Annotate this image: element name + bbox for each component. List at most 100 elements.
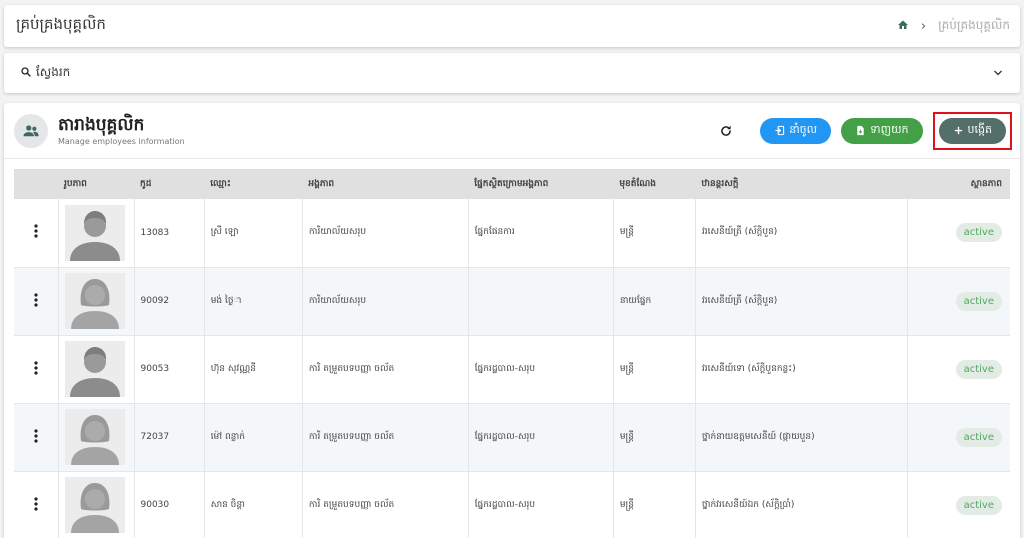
more-vertical-icon (34, 360, 38, 378)
panel-subtitle: Manage employees information (58, 137, 185, 146)
search-icon (20, 66, 32, 81)
export-label: ទាញយក (870, 122, 909, 136)
photo-cell (58, 335, 135, 403)
table-header-row: រូបភាព កូដ ឈ្មោះ អង្គភាព ផ្នែកស្ថិតក្រោម… (14, 169, 1010, 199)
breadcrumb-current: គ្រប់គ្រងបុគ្គលិក (938, 18, 1010, 32)
users-icon (14, 113, 48, 148)
table-row[interactable]: 72037 ម៉ៅ ពន្លាក់ ការិ តម្រួតបទបញ្ញា ចល័តផ… (14, 403, 1010, 471)
column-photo: រូបភាព (64, 178, 87, 189)
employee-table: រូបភាព កូដ ឈ្មោះ អង្គភាព ផ្នែកស្ថិតក្រោម… (14, 169, 1010, 538)
column-status: ស្ថានភាព (970, 178, 1002, 189)
row-menu-button[interactable] (14, 471, 59, 538)
position-cell: មន្ត្រី (613, 471, 696, 538)
page-header: គ្រប់គ្រងបុគ្គលិក › គ្រប់គ្រងបុគ្គលិក (4, 5, 1020, 47)
page-title: គ្រប់គ្រងបុគ្គលិក (16, 15, 106, 33)
table-row[interactable]: 13083 ស្រី ឡោ ការិយាល័យសរុប ផ្នែកផែនការ មន្ត… (14, 199, 1010, 267)
import-button[interactable]: នាំចូល (760, 117, 832, 144)
photo-cell (58, 199, 135, 267)
panel-header: តារាងបុគ្គលិក Manage employees informati… (4, 103, 1020, 159)
chevron-right-icon: › (920, 18, 927, 34)
female-avatar-icon (64, 477, 125, 533)
search-label: ស្វែងរក (36, 65, 71, 79)
section-cell (468, 267, 614, 335)
status-badge: active (955, 223, 1002, 243)
file-download-icon (857, 125, 864, 136)
female-avatar-icon (64, 409, 125, 465)
photo-cell (58, 267, 135, 335)
export-button[interactable]: ទាញយក (841, 117, 923, 144)
status-cell: active (907, 267, 1010, 335)
female-avatar-icon (64, 273, 125, 329)
search-panel[interactable]: ស្វែងរក (4, 53, 1020, 93)
code-cell: 90030 (134, 471, 205, 538)
rank-cell: វរសេនីយ៍ត្រី (ស័ក្តិបួន) (695, 267, 908, 335)
column-section: ផ្នែកស្ថិតក្រោមអង្គភាព (474, 178, 549, 189)
more-vertical-icon (34, 292, 38, 310)
refresh-icon (721, 125, 732, 136)
row-menu-button[interactable] (14, 403, 59, 471)
code-cell: 90053 (134, 335, 205, 403)
home-icon[interactable] (897, 19, 909, 34)
column-actions (14, 169, 58, 199)
unit-cell: ការិយាល័យសរុប (302, 267, 469, 335)
name-cell: មង់ ថៃ្ងា (204, 267, 303, 335)
status-badge: active (955, 495, 1002, 515)
create-button-highlight: បង្កើត (932, 111, 1012, 150)
more-vertical-icon (34, 496, 38, 514)
name-cell: ហ៊ុន សុវណ្ណនី (204, 335, 303, 403)
more-vertical-icon (34, 428, 38, 446)
employee-panel: តារាងបុគ្គលិក Manage employees informati… (4, 103, 1020, 538)
panel-title: តារាងបុគ្គលិក (58, 115, 145, 135)
login-icon (775, 125, 785, 136)
name-cell: ម៉ៅ ពន្លាក់ (204, 403, 303, 471)
section-cell: ផ្នែកផែនការ (468, 199, 614, 267)
section-cell: ផ្នែករដ្ឋបាល-សរុប (468, 335, 614, 403)
row-menu-button[interactable] (14, 199, 59, 267)
rank-cell: វរសេនីយ៍ទោ (ស័ក្តិបួនកន្លះ) (695, 335, 908, 403)
code-cell: 90092 (134, 267, 205, 335)
rank-cell: ថ្នាក់វរសេនីយ៍ឯក (ស័ក្តិប្រាំ) (695, 471, 908, 538)
code-cell: 13083 (134, 199, 205, 267)
table-row[interactable]: 90030 សាន ចិន្តា ការិ តម្រួតបទបញ្ញា ចល័ត ផ្… (14, 471, 1010, 538)
row-menu-button[interactable] (14, 267, 59, 335)
chevron-down-icon[interactable] (992, 64, 1004, 83)
status-cell: active (907, 403, 1010, 471)
column-unit: អង្គភាព (308, 178, 335, 189)
unit-cell: ការិ តម្រួតបទបញ្ញា ចល័ត (302, 471, 469, 538)
import-label: នាំចូល (789, 122, 818, 136)
search-toggle[interactable]: ស្វែងរក (20, 64, 70, 82)
position-cell: មន្ត្រី (613, 335, 696, 403)
name-cell: ស្រី ឡោ (204, 199, 303, 267)
position-cell: មន្ត្រី (613, 199, 696, 267)
status-badge: active (955, 359, 1002, 379)
create-button[interactable]: បង្កើត (938, 117, 1006, 144)
photo-cell (58, 403, 135, 471)
male-avatar-icon (64, 204, 125, 261)
table-row[interactable]: 90092 មង់ ថៃ្ងា ការិយាល័យសរុប នាយផ្នែក វរសេន… (14, 267, 1010, 335)
row-menu-button[interactable] (14, 335, 59, 403)
photo-cell (58, 471, 135, 538)
unit-cell: ការិ តម្រួតបទបញ្ញា ចល័ត (302, 335, 469, 403)
create-label: បង្កើត (967, 122, 992, 136)
plus-icon (954, 126, 962, 135)
section-cell: ផ្នែករដ្ឋបាល-សរុប (468, 471, 614, 538)
table-row[interactable]: 90053 ហ៊ុន សុវណ្ណនី ការិ តម្រួតបទបញ្ញា ចល័… (14, 335, 1010, 403)
column-code: កូដ (140, 178, 152, 189)
male-avatar-icon (64, 341, 125, 397)
column-name: ឈ្មោះ (210, 178, 231, 189)
position-cell: មន្ត្រី (613, 403, 696, 471)
unit-cell: ការិ តម្រួតបទបញ្ញា ចល័ត (302, 403, 469, 471)
column-rank: ឋានន្តរសក្តិ (701, 178, 739, 189)
more-vertical-icon (34, 224, 38, 241)
status-badge: active (955, 427, 1002, 447)
status-cell: active (907, 471, 1010, 538)
status-badge: active (955, 291, 1002, 311)
status-cell: active (907, 335, 1010, 403)
rank-cell: វរសេនីយ៍ត្រី (ស័ក្តិបួន) (695, 199, 908, 267)
code-cell: 72037 (134, 403, 205, 471)
unit-cell: ការិយាល័យសរុប (302, 199, 469, 267)
name-cell: សាន ចិន្តា (204, 471, 303, 538)
rank-cell: ថ្នាក់នាយឧត្តមសេនីយ៍ (ផ្កាយបួន) (695, 403, 908, 471)
refresh-button[interactable] (714, 119, 738, 143)
section-cell: ផ្នែករដ្ឋបាល-សរុប (468, 403, 614, 471)
